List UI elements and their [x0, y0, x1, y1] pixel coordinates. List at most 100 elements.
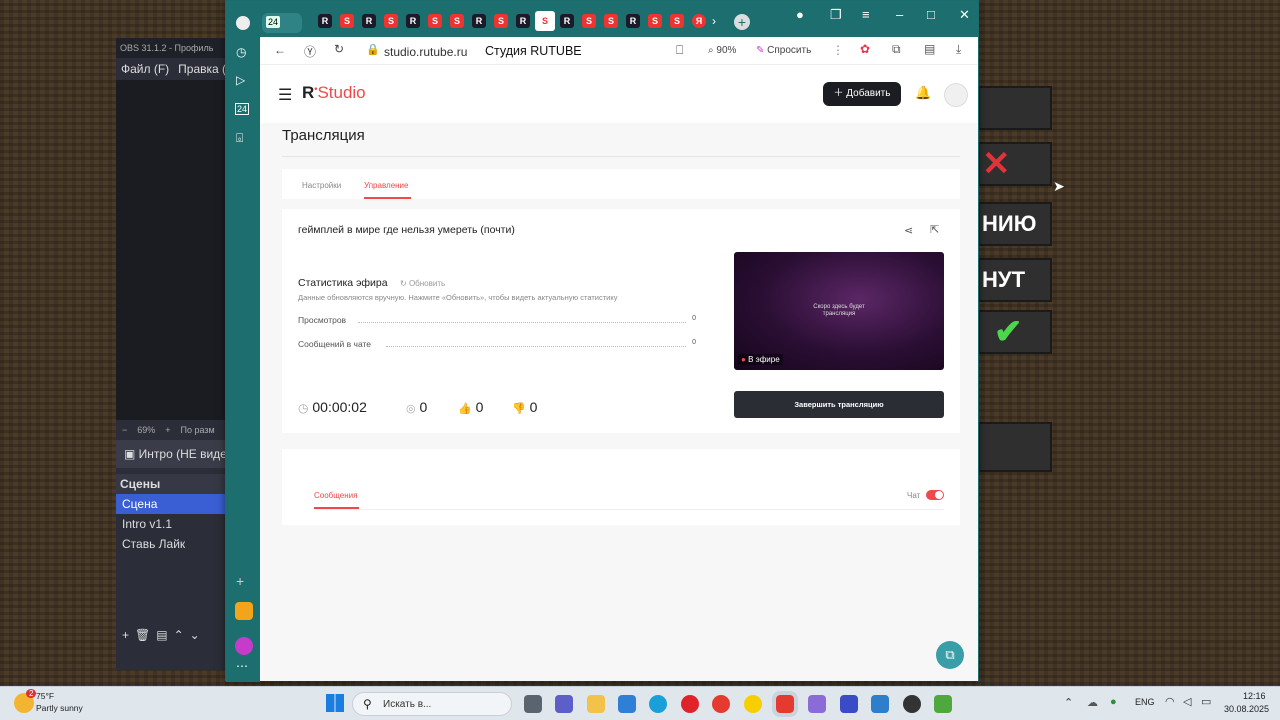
- browser-tab[interactable]: S: [604, 14, 618, 28]
- obs-icon[interactable]: [903, 695, 921, 713]
- scene-item[interactable]: Intro v1.1: [116, 514, 228, 534]
- puzzle-icon[interactable]: ⧉: [892, 42, 901, 57]
- store-icon[interactable]: [618, 695, 636, 713]
- search-box[interactable]: ⚲ Искать в...: [352, 692, 512, 716]
- close-icon[interactable]: ✕: [959, 7, 970, 23]
- browser-tab[interactable]: S: [428, 14, 442, 28]
- start-icon[interactable]: [326, 694, 344, 712]
- profile-icon[interactable]: ●: [796, 7, 804, 22]
- browser-tab[interactable]: S: [582, 14, 596, 28]
- browser-tab[interactable]: S: [670, 14, 684, 28]
- game-button-4[interactable]: НУТ: [978, 258, 1052, 302]
- browser-tab[interactable]: S: [450, 14, 464, 28]
- teams-icon[interactable]: [555, 695, 573, 713]
- notes-icon[interactable]: [871, 695, 889, 713]
- down-icon[interactable]: ⌄: [190, 628, 206, 642]
- browser-logo-icon[interactable]: [236, 16, 250, 30]
- edge-icon[interactable]: [649, 695, 667, 713]
- minimize-icon[interactable]: –: [896, 7, 903, 22]
- logo[interactable]: R•Studio: [302, 83, 366, 103]
- browser-tab[interactable]: S: [384, 14, 398, 28]
- add-scene-icon[interactable]: +: [122, 628, 135, 642]
- yandex-icon[interactable]: Ⓨ: [304, 43, 316, 60]
- browser-tab[interactable]: Я: [692, 14, 706, 28]
- browser-tab[interactable]: S: [535, 11, 555, 31]
- source-row[interactable]: ▣ Интро (НЕ виде: [116, 440, 228, 468]
- menu-edit[interactable]: Правка (E: [178, 62, 228, 76]
- browser-tab[interactable]: S: [494, 14, 508, 28]
- opera-icon[interactable]: [681, 695, 699, 713]
- tabs-more-icon[interactable]: ›: [712, 14, 716, 28]
- bookmark-icon[interactable]: ⎕: [676, 43, 683, 58]
- reader-icon[interactable]: ▤: [924, 42, 935, 56]
- stream-preview[interactable]: Скоро здесь будет трансляция ● В эфире: [734, 252, 944, 370]
- cloud-icon[interactable]: ☁: [1087, 696, 1098, 709]
- scene-item[interactable]: Ставь Лайк: [116, 534, 228, 554]
- browser-tab[interactable]: R: [318, 14, 332, 28]
- tab-management[interactable]: Управление: [364, 181, 408, 190]
- reload-icon[interactable]: ↻: [334, 42, 344, 56]
- bell-icon[interactable]: 🔔: [915, 85, 931, 101]
- game-icon[interactable]: [808, 695, 826, 713]
- yandex-browser-icon[interactable]: [712, 695, 730, 713]
- open-external-icon[interactable]: ⇱: [930, 223, 939, 236]
- tab-group[interactable]: 24: [262, 13, 302, 33]
- zoom-indicator[interactable]: ⌕ 90%: [708, 45, 736, 56]
- browser-tab[interactable]: R: [362, 14, 376, 28]
- new-tab-icon[interactable]: +: [734, 14, 750, 30]
- browser-tab[interactable]: S: [648, 14, 662, 28]
- browser-tab[interactable]: R: [560, 14, 574, 28]
- support-button[interactable]: ⧉: [936, 641, 964, 669]
- ask-button[interactable]: ✎ Спросить: [756, 45, 811, 56]
- tab-messages[interactable]: Сообщения: [314, 491, 357, 500]
- game-button-3[interactable]: НИЮ: [978, 202, 1052, 246]
- maximize-icon[interactable]: □: [927, 7, 935, 22]
- volume-icon[interactable]: ◁: [1183, 695, 1191, 708]
- y-app-icon[interactable]: [840, 695, 858, 713]
- scene-item[interactable]: Сцена: [116, 494, 228, 514]
- yandex-active-icon[interactable]: [772, 691, 798, 717]
- game-button-1[interactable]: [978, 86, 1052, 130]
- language[interactable]: ENG: [1135, 697, 1155, 707]
- download-icon[interactable]: ⤓: [956, 42, 961, 57]
- more-icon[interactable]: ⋯: [236, 659, 248, 673]
- end-stream-button[interactable]: Завершить трансляцию: [734, 391, 944, 418]
- tab-settings[interactable]: Настройки: [302, 181, 341, 190]
- menu-file[interactable]: Файл (F): [121, 62, 169, 76]
- hamburger-icon[interactable]: ☰: [278, 85, 292, 105]
- menu-icon[interactable]: ≡: [862, 7, 870, 22]
- up-icon[interactable]: ⌃: [174, 628, 190, 642]
- wifi-icon[interactable]: ◠: [1165, 695, 1175, 708]
- options-icon[interactable]: ⋮: [832, 43, 844, 57]
- minecraft-icon[interactable]: [934, 695, 952, 713]
- tray-chevron-icon[interactable]: ⌃: [1064, 696, 1073, 709]
- music-icon[interactable]: [744, 695, 762, 713]
- add-button[interactable]: ＋ Добавить: [823, 82, 901, 106]
- clock-date[interactable]: 30.08.2025: [1224, 704, 1269, 714]
- browser-tab[interactable]: R: [626, 14, 640, 28]
- browser-tab[interactable]: S: [340, 14, 354, 28]
- play-icon[interactable]: ▷: [236, 73, 245, 87]
- url-text[interactable]: studio.rutube.ru: [384, 45, 467, 59]
- zoom-out-button[interactable]: −: [122, 425, 127, 435]
- browser-tab[interactable]: R: [516, 14, 530, 28]
- history-icon[interactable]: ◷: [236, 45, 246, 59]
- add-panel-icon[interactable]: +: [236, 573, 244, 589]
- zoom-in-button[interactable]: +: [165, 425, 170, 435]
- filter-icon[interactable]: ▤: [156, 628, 173, 642]
- back-icon[interactable]: ←: [274, 43, 286, 57]
- avatar[interactable]: [944, 83, 968, 107]
- extension-icon[interactable]: ✿: [860, 42, 870, 56]
- refresh-button[interactable]: ↻ Обновить: [400, 279, 445, 288]
- screenshot-icon[interactable]: ⌻: [236, 131, 243, 146]
- collections-icon[interactable]: ❐: [830, 7, 842, 23]
- mic-icon[interactable]: ●: [1110, 696, 1117, 708]
- mail-icon[interactable]: [235, 602, 253, 620]
- taskview-icon[interactable]: [524, 695, 542, 713]
- alice-icon[interactable]: [235, 637, 253, 655]
- news-counter[interactable]: 24: [235, 103, 250, 115]
- browser-tab[interactable]: R: [406, 14, 420, 28]
- battery-icon[interactable]: ▭: [1201, 695, 1211, 708]
- explorer-icon[interactable]: [587, 695, 605, 713]
- game-button-close[interactable]: ✕: [978, 142, 1052, 186]
